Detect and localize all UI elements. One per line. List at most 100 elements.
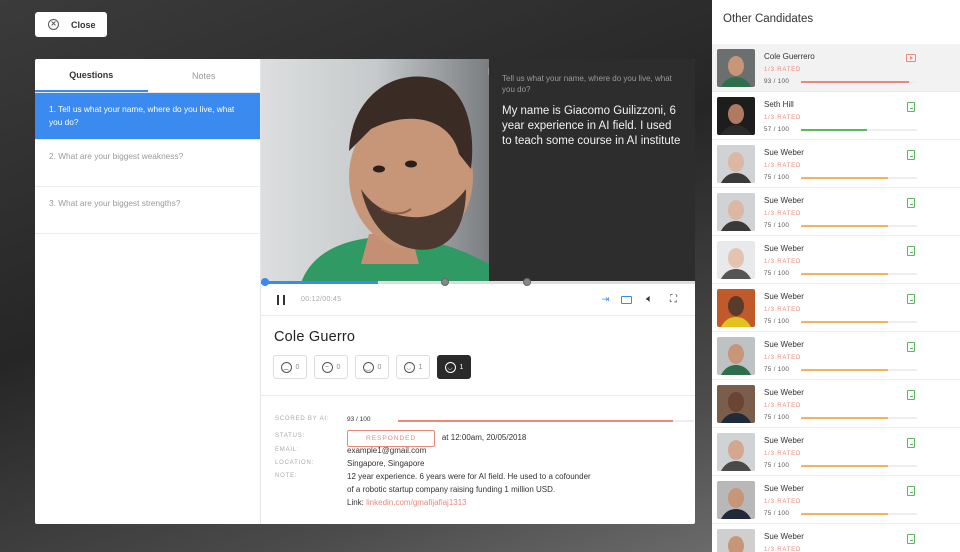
close-icon: ✕ <box>48 19 59 30</box>
candidate-row[interactable]: Sue Weber 1/3 RATED 75 / 100 <box>712 236 960 284</box>
avatar <box>717 529 755 552</box>
doc-icon[interactable] <box>907 390 915 400</box>
candidate-score: 75 / 100 <box>764 462 790 469</box>
question-item-1[interactable]: 1. Tell us what your name, where do you … <box>35 93 260 140</box>
candidate-row[interactable]: Sue Weber 1/3 RATED 75 / 100 <box>712 140 960 188</box>
email-label: EMAIL: <box>275 447 300 453</box>
doc-icon[interactable] <box>907 246 915 256</box>
subtitle-panel: Tell us what your name, where do you liv… <box>489 59 695 283</box>
location-value: Singapore, Singapore <box>347 459 425 468</box>
video-icon[interactable] <box>906 54 916 62</box>
candidate-score: 75 / 100 <box>764 174 790 181</box>
candidate-score-fill <box>801 273 888 275</box>
questions-panel: Questions Notes 1. Tell us what your nam… <box>35 59 261 524</box>
candidate-row[interactable]: Sue Weber 1/3 RATED 75 / 100 <box>712 524 960 552</box>
candidate-details: SCORED BY AI: 93 / 100 STATUS: RESPONDED… <box>261 395 695 524</box>
reaction-count: 1 <box>418 363 423 371</box>
candidate-score-bar <box>801 465 917 467</box>
reaction-count: 1 <box>459 363 464 371</box>
avatar <box>717 97 755 135</box>
reaction-count: 0 <box>377 363 382 371</box>
candidate-score: 75 / 100 <box>764 318 790 325</box>
other-candidates-sidebar: Other Candidates Cole Guerrero 1/3 RATED… <box>712 0 960 552</box>
candidate-row[interactable]: Sue Weber 1/3 RATED 75 / 100 <box>712 188 960 236</box>
video-player[interactable]: Tell us what your name, where do you liv… <box>261 59 695 283</box>
candidate-name: Sue Weber <box>764 148 804 157</box>
candidate-name: Sue Weber <box>764 292 804 301</box>
tab-notes[interactable]: Notes <box>148 59 261 92</box>
candidate-rated: 1/3 RATED <box>764 499 802 505</box>
scored-value: 93 / 100 <box>347 416 371 423</box>
candidate-score-bar <box>801 369 917 371</box>
video-controls: 00:12/00:45 ⇥ 🔈︎ ⛶ <box>261 284 695 316</box>
doc-icon[interactable] <box>907 294 915 304</box>
candidate-name: Sue Weber <box>764 196 804 205</box>
reaction-neutral[interactable]: – 0 <box>314 355 348 379</box>
reaction-happy[interactable]: ◡ 1 <box>396 355 430 379</box>
candidate-row[interactable]: Sue Weber 1/3 RATED 75 / 100 <box>712 380 960 428</box>
candidate-score: 75 / 100 <box>764 222 790 229</box>
status-label: STATUS: <box>275 433 306 439</box>
doc-icon[interactable] <box>907 102 915 112</box>
candidate-name: Sue Weber <box>764 484 804 493</box>
reaction-count: 0 <box>336 363 341 371</box>
candidate-rated: 1/3 RATED <box>764 355 802 361</box>
question-item-3[interactable]: 3. What are your biggest strengths? <box>35 187 260 234</box>
candidate-score-bar <box>801 273 917 275</box>
doc-icon[interactable] <box>907 486 915 496</box>
candidate-score-fill <box>801 177 888 179</box>
sidebar-title: Other Candidates <box>723 13 814 25</box>
reaction-sad[interactable]: ︵ 0 <box>273 355 307 379</box>
volume-icon[interactable]: 🔈︎ <box>643 293 656 306</box>
candidate-row[interactable]: Cole Guerrero 1/3 RATED 93 / 100 <box>712 44 960 92</box>
candidate-row[interactable]: Sue Weber 1/3 RATED 75 / 100 <box>712 284 960 332</box>
candidate-score: 75 / 100 <box>764 510 790 517</box>
note-link-row: Link: linkedin.com/gmafijafiaj1313 <box>347 496 467 509</box>
status-time: at 12:00am, 20/05/2018 <box>441 433 527 442</box>
candidate-rated: 1/3 RATED <box>764 307 802 313</box>
candidate-rated: 1/3 RATED <box>764 67 802 73</box>
candidate-row[interactable]: Sue Weber 1/3 RATED 75 / 100 <box>712 476 960 524</box>
fullscreen-icon[interactable]: ⛶ <box>667 293 680 306</box>
doc-icon[interactable] <box>907 150 915 160</box>
candidate-score-fill <box>801 465 888 467</box>
playback-speed-icon[interactable]: ⇥ <box>599 293 612 306</box>
candidate-score-fill <box>801 129 868 131</box>
candidate-score: 93 / 100 <box>764 78 790 85</box>
candidate-name: Sue Weber <box>764 244 804 253</box>
candidate-rated: 1/3 RATED <box>764 211 802 217</box>
candidate-name: Sue Weber <box>764 388 804 397</box>
candidate-name: Cole Guerrero <box>764 52 815 61</box>
candidate-score: 57 / 100 <box>764 126 790 133</box>
neutral-face-icon: – <box>321 361 333 373</box>
linkedin-link[interactable]: linkedin.com/gmafijafiaj1313 <box>366 498 467 507</box>
question-tabs: Questions Notes <box>35 59 260 93</box>
tab-questions[interactable]: Questions <box>35 59 148 92</box>
avatar <box>717 337 755 375</box>
question-item-2[interactable]: 2. What are your biggest weakness? <box>35 140 260 187</box>
note-line-2: of a robotic startup company raising fun… <box>347 485 556 494</box>
avatar <box>717 385 755 423</box>
candidate-name: Cole Guerro <box>274 329 356 345</box>
reaction-love[interactable]: ◡ 1 <box>437 355 471 379</box>
candidate-score-bar <box>801 321 917 323</box>
candidate-row[interactable]: Sue Weber 1/3 RATED 75 / 100 <box>712 428 960 476</box>
candidate-name: Seth Hill <box>764 100 794 109</box>
candidate-row[interactable]: Seth Hill 1/3 RATED 57 / 100 <box>712 92 960 140</box>
close-button[interactable]: ✕ Close <box>35 12 107 37</box>
doc-icon[interactable] <box>907 438 915 448</box>
candidate-row[interactable]: Sue Weber 1/3 RATED 75 / 100 <box>712 332 960 380</box>
candidate-name: Sue Weber <box>764 532 804 541</box>
doc-icon[interactable] <box>907 342 915 352</box>
doc-icon[interactable] <box>907 198 915 208</box>
doc-icon[interactable] <box>907 534 915 544</box>
email-value[interactable]: example1@gmail.com <box>347 444 426 457</box>
pause-icon[interactable] <box>277 295 285 305</box>
reaction-count: 0 <box>295 363 300 371</box>
candidate-score-bar <box>801 81 917 83</box>
candidate-score: 75 / 100 <box>764 414 790 421</box>
love-face-icon: ◡ <box>444 361 456 373</box>
reaction-smile[interactable]: ‿ 0 <box>355 355 389 379</box>
candidate-rated: 1/3 RATED <box>764 451 802 457</box>
captions-icon[interactable] <box>621 296 632 304</box>
